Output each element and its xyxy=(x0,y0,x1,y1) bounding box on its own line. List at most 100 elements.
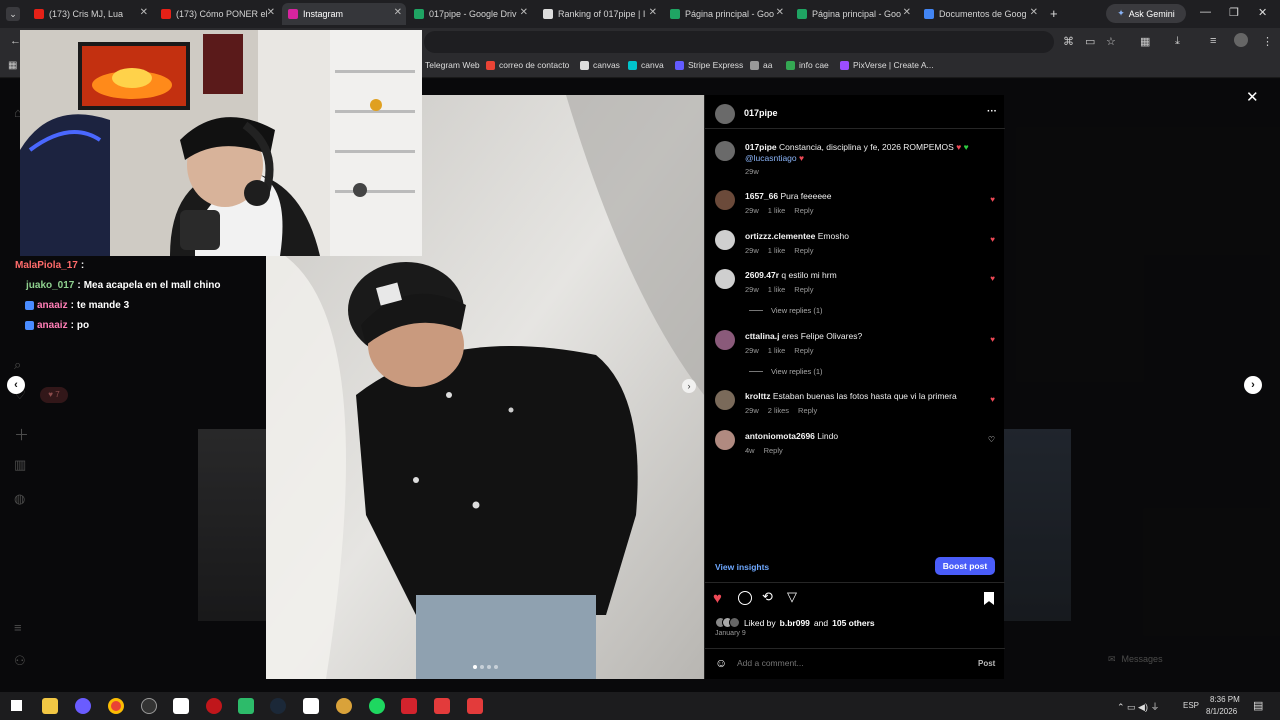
comment-username[interactable]: 1657_66 xyxy=(745,191,778,201)
translate-icon[interactable]: ⌘ xyxy=(1063,35,1074,48)
app-icon[interactable] xyxy=(141,698,157,714)
new-tab-button[interactable]: + xyxy=(1050,6,1058,21)
browser-tab[interactable]: (173) Cómo PONER el ✕ xyxy=(155,3,279,25)
comment-like-icon[interactable]: ♥ xyxy=(990,395,995,404)
author-username[interactable]: 017pipe xyxy=(744,108,778,118)
view-insights-link[interactable]: View insights xyxy=(715,562,769,572)
comment-reply-button[interactable]: Reply xyxy=(794,246,813,255)
capcut-icon[interactable] xyxy=(303,698,319,714)
comment-reply-button[interactable]: Reply xyxy=(794,206,813,215)
bookmark-item[interactable]: Telegram Web xyxy=(412,60,480,70)
comment-username[interactable]: ortizzz.clementee xyxy=(745,231,815,241)
post-options-icon[interactable]: ··· xyxy=(987,106,997,117)
app-icon[interactable] xyxy=(75,698,91,714)
comment-avatar[interactable] xyxy=(715,430,735,450)
bookmark-item[interactable]: PixVerse | Create A... xyxy=(840,60,934,70)
view-replies-button[interactable]: View replies (1) xyxy=(749,367,823,376)
comment-like-icon[interactable]: ♥ xyxy=(990,274,995,283)
comment-avatar[interactable] xyxy=(715,190,735,210)
browser-tab[interactable]: (173) Cris MJ, Lua ✕ xyxy=(28,3,152,25)
tab-close-icon[interactable]: ✕ xyxy=(903,7,911,18)
bookmark-item[interactable]: canva xyxy=(628,60,664,70)
ask-gemini-button[interactable]: ✦ Ask Gemini xyxy=(1106,4,1186,23)
carousel-next-icon[interactable]: › xyxy=(682,379,696,393)
comment-input[interactable] xyxy=(737,656,957,670)
comment-reply-button[interactable]: Reply xyxy=(764,446,783,455)
post-comment-button[interactable]: Post xyxy=(978,659,995,668)
bookmark-item[interactable]: Stripe Express xyxy=(675,60,743,70)
comment-likes[interactable]: 2 likes xyxy=(768,406,789,415)
browser-tab[interactable]: Documentos de Goog ✕ xyxy=(918,3,1042,25)
view-replies-button[interactable]: View replies (1) xyxy=(749,306,823,315)
notification-center-icon[interactable]: ▤ xyxy=(1253,699,1263,712)
app-icon[interactable] xyxy=(434,698,450,714)
author-avatar[interactable] xyxy=(715,104,735,124)
comment-like-icon[interactable]: ♥ xyxy=(990,195,995,204)
like-icon[interactable]: ♥ xyxy=(713,590,722,607)
menu-kebab-icon[interactable]: ⋮ xyxy=(1262,35,1273,48)
caption-mention[interactable]: @lucasntiago xyxy=(745,153,797,163)
emoji-icon[interactable]: ☺ xyxy=(715,656,727,670)
comment-username[interactable]: cttalina.j xyxy=(745,331,779,341)
restore-icon[interactable]: ❐ xyxy=(1229,6,1239,19)
tab-search-button[interactable]: ⌄ xyxy=(6,7,20,21)
chat-username[interactable]: MalaPiola_17 xyxy=(15,260,78,271)
browser-tab[interactable]: Página principal - Goo ✕ xyxy=(791,3,915,25)
comment-like-icon[interactable]: ♡ xyxy=(988,435,995,444)
caption-avatar[interactable] xyxy=(715,141,735,161)
chat-username[interactable]: anaaiz xyxy=(37,300,68,311)
browser-tab[interactable]: Ranking of 017pipe | I ✕ xyxy=(537,3,661,25)
liked-by-user[interactable]: b.br099 xyxy=(780,618,810,628)
input-language[interactable]: ESP xyxy=(1183,701,1199,710)
bookmark-item[interactable]: aa xyxy=(750,60,772,70)
tab-close-icon[interactable]: ✕ xyxy=(649,7,657,18)
share-icon[interactable]: ▽ xyxy=(787,589,797,605)
tab-close-icon[interactable]: ✕ xyxy=(520,7,528,18)
comment-username[interactable]: krolttz xyxy=(745,391,771,401)
capcut-icon[interactable] xyxy=(173,698,189,714)
close-modal-icon[interactable]: ✕ xyxy=(1246,88,1259,106)
comment-likes[interactable]: 1 like xyxy=(768,206,786,215)
browser-tab[interactable]: Instagram ✕ xyxy=(282,3,406,25)
comment-icon[interactable] xyxy=(738,591,752,605)
comment-likes[interactable]: 1 like xyxy=(768,285,786,294)
cast-icon[interactable]: ▭ xyxy=(1085,35,1095,48)
tab-close-icon[interactable]: ✕ xyxy=(1030,7,1038,18)
spotify-icon[interactable] xyxy=(369,698,385,714)
app-icon[interactable] xyxy=(238,698,254,714)
profile-avatar[interactable] xyxy=(1234,33,1248,47)
chrome-icon[interactable] xyxy=(108,698,124,714)
repost-icon[interactable]: ⟲ xyxy=(762,589,773,605)
steam-icon[interactable] xyxy=(270,698,286,714)
chat-username[interactable]: anaaiz xyxy=(37,320,68,331)
tab-close-icon[interactable]: ✕ xyxy=(394,7,402,18)
tab-close-icon[interactable]: ✕ xyxy=(267,7,275,18)
comment-likes[interactable]: 1 like xyxy=(768,246,786,255)
media-icon[interactable]: ≡ xyxy=(1210,35,1216,47)
address-bar[interactable] xyxy=(424,31,1054,53)
chat-username[interactable]: juako_017 xyxy=(26,280,74,291)
bookmark-item[interactable]: info cae xyxy=(786,60,829,70)
tab-close-icon[interactable]: ✕ xyxy=(776,7,784,18)
previous-post-button[interactable]: ‹ xyxy=(7,376,25,394)
comment-avatar[interactable] xyxy=(715,269,735,289)
liked-by-others[interactable]: 105 others xyxy=(832,618,875,628)
app-icon[interactable] xyxy=(336,698,352,714)
next-post-button[interactable]: › xyxy=(1244,376,1262,394)
comment-reply-button[interactable]: Reply xyxy=(794,285,813,294)
comment-like-icon[interactable]: ♥ xyxy=(990,235,995,244)
caption-username[interactable]: 017pipe xyxy=(745,142,777,152)
boost-post-button[interactable]: Boost post xyxy=(935,557,995,575)
browser-tab[interactable]: Página principal - Goo ✕ xyxy=(664,3,788,25)
comment-avatar[interactable] xyxy=(715,330,735,350)
extensions-icon[interactable]: ▦ xyxy=(1140,35,1150,48)
file-explorer-icon[interactable] xyxy=(42,698,58,714)
app-icon[interactable] xyxy=(467,698,483,714)
comment-avatar[interactable] xyxy=(715,390,735,410)
app-icon[interactable] xyxy=(401,698,417,714)
clock-time[interactable]: 8:36 PM xyxy=(1210,695,1240,704)
save-icon[interactable] xyxy=(984,592,994,605)
comment-reply-button[interactable]: Reply xyxy=(798,406,817,415)
bookmark-item[interactable]: canvas xyxy=(580,60,620,70)
comment-like-icon[interactable]: ♥ xyxy=(990,335,995,344)
